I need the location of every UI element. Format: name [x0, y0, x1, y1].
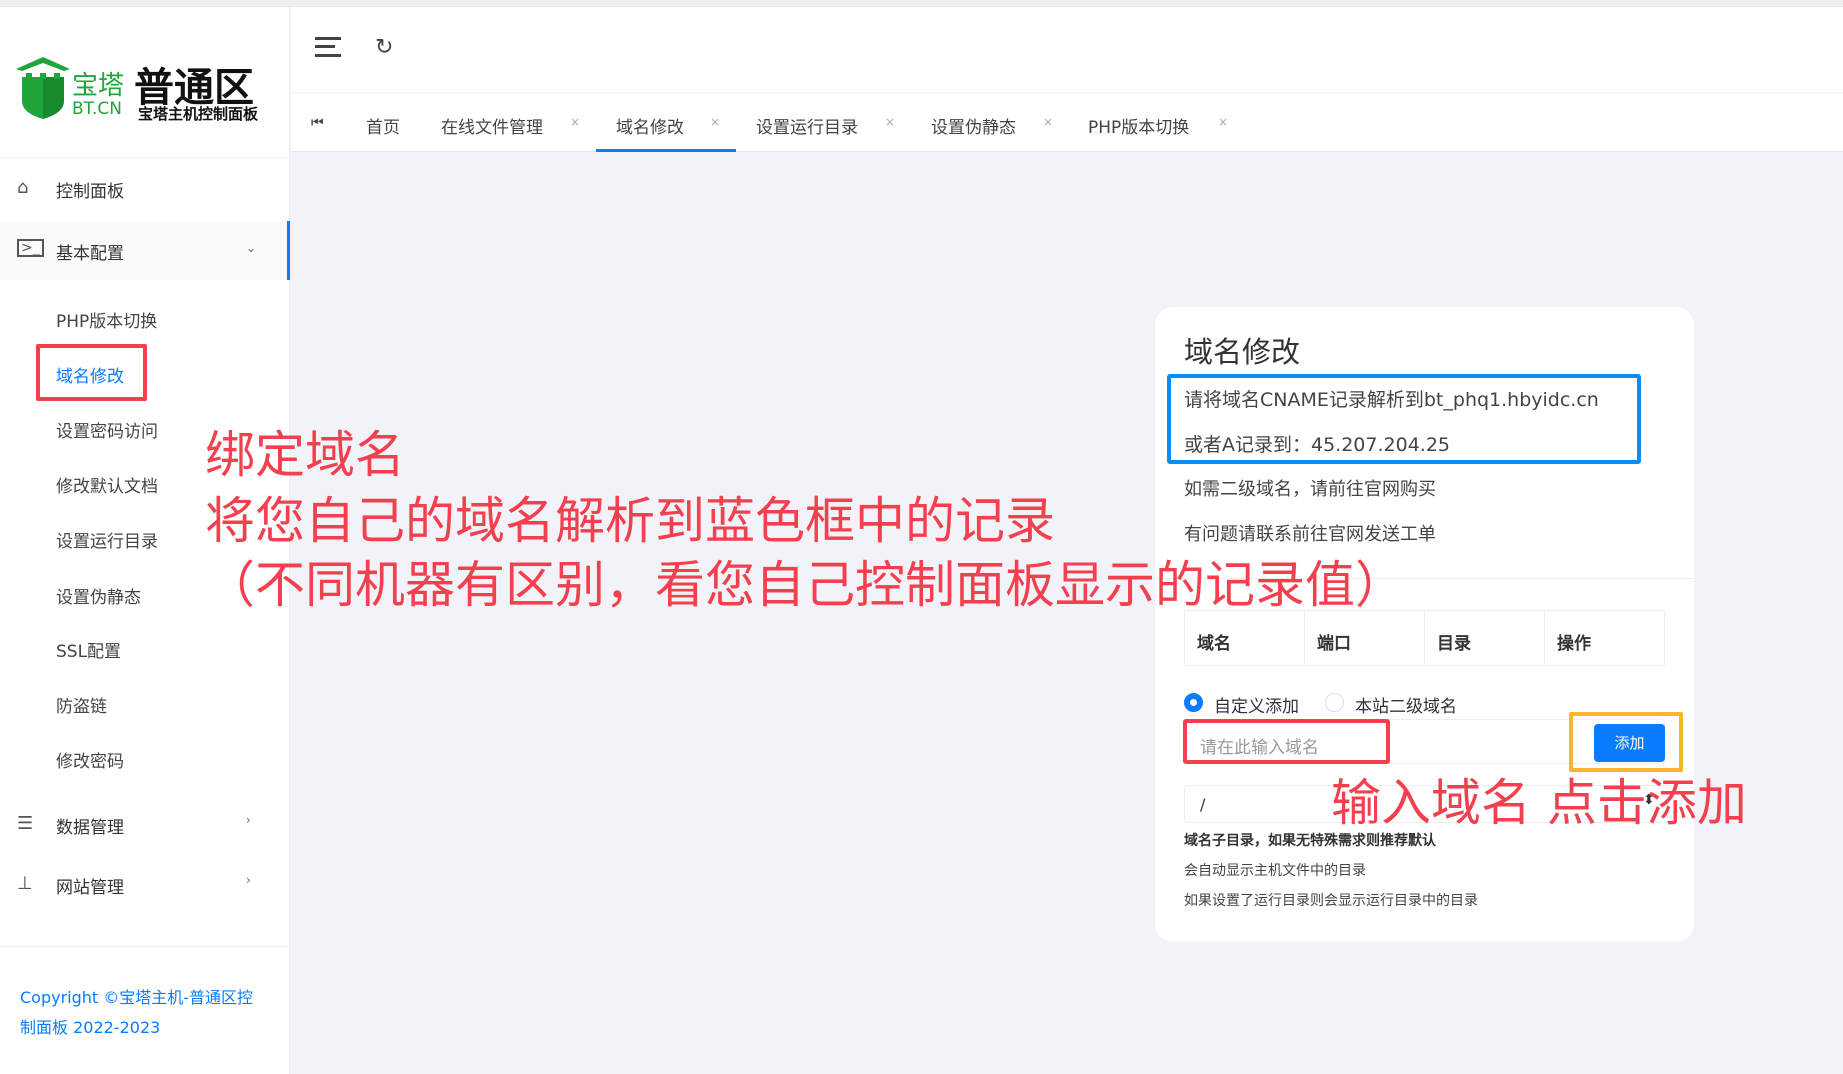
header: ↻ — [291, 7, 1843, 93]
tab-php[interactable]: PHP版本切换 — [1088, 113, 1189, 138]
tab-home[interactable]: 首页 — [366, 113, 400, 138]
close-icon[interactable]: × — [1218, 115, 1228, 129]
tab-scroll-left-icon[interactable]: ⏮ — [311, 115, 324, 131]
col-dir: 目录 — [1425, 611, 1545, 665]
close-icon[interactable]: × — [570, 115, 580, 129]
bt-logo-icon — [16, 57, 70, 119]
home-icon: ⌂ — [17, 177, 29, 198]
active-tab-indicator — [596, 149, 736, 152]
close-icon[interactable]: × — [1043, 115, 1053, 129]
sidebar-sub-ssl[interactable]: SSL配置 — [56, 637, 121, 662]
help-text-1: 会自动显示主机文件中的目录 — [1184, 863, 1366, 879]
tip-support: 有问题请联系前往官网发送工单 — [1184, 524, 1436, 545]
tab-bar: ⏮ 首页 在线文件管理 × 域名修改 × 设置运行目录 × 设置伪静态 × PH… — [291, 93, 1843, 152]
menu-toggle-icon[interactable] — [315, 37, 341, 57]
col-action: 操作 — [1557, 634, 1591, 654]
logo-subtitle: 宝塔主机控制面板 — [138, 105, 259, 123]
a-record: 或者A记录到：45.207.204.25 — [1184, 434, 1451, 456]
card-title: 域名修改 — [1184, 335, 1301, 369]
sidebar-item-basic-config[interactable]: >_ 基本配置 ⌄ — [0, 221, 290, 280]
tab-domain[interactable]: 域名修改 — [616, 113, 684, 138]
radio-custom-label: 自定义添加 — [1214, 697, 1299, 717]
terminal-icon: >_ — [17, 239, 44, 257]
close-icon[interactable]: × — [885, 115, 895, 129]
copyright: Copyright ©宝塔主机-普通区控 制面板 2022-2023 — [20, 988, 254, 1037]
domain-table-header: 域名 端口 目录 操作 — [1184, 610, 1665, 666]
col-domain: 域名 — [1185, 611, 1305, 665]
list-icon: ☰ — [17, 813, 34, 834]
sidebar-sub-run-dir[interactable]: 设置运行目录 — [56, 527, 158, 552]
help-bold: 域名子目录，如果无特殊需求则推荐默认 — [1184, 833, 1436, 849]
sidebar-sub-domain[interactable]: 域名修改 — [56, 362, 124, 387]
sidebar-item-dashboard[interactable]: ⌂ 控制面板 — [0, 177, 290, 219]
domain-input[interactable]: 请在此输入域名 — [1183, 719, 1390, 764]
radio-subdomain[interactable] — [1325, 693, 1344, 712]
domain-card: 域名修改 请将域名CNAME记录解析到bt_phq1.hbyidc.cn 或者A… — [1155, 307, 1694, 942]
sidebar-sub-hotlink[interactable]: 防盗链 — [56, 692, 107, 717]
annotation-note: （不同机器有区别，看您自己控制面板显示的记录值） — [205, 556, 1405, 614]
sidebar-sub-rewrite[interactable]: 设置伪静态 — [56, 583, 141, 608]
radio-custom[interactable] — [1184, 693, 1203, 712]
top-strip — [0, 0, 1843, 7]
sidebar-item-data[interactable]: ☰ 数据管理 › — [0, 813, 290, 855]
cname-record: 请将域名CNAME记录解析到bt_phq1.hbyidc.cn — [1184, 389, 1599, 411]
logo-brand-en: BT.CN — [72, 99, 123, 119]
sitemap-icon: ⊥ — [17, 873, 33, 894]
chevron-right-icon: › — [246, 873, 251, 887]
annotation-bind-domain: 绑定域名 — [205, 426, 405, 484]
close-icon[interactable]: × — [710, 115, 720, 129]
sidebar-sub-change-password[interactable]: 修改密码 — [56, 747, 124, 772]
tab-file-manager[interactable]: 在线文件管理 — [441, 113, 543, 138]
sidebar-item-website[interactable]: ⊥ 网站管理 › — [0, 873, 290, 915]
chevron-right-icon: › — [246, 813, 251, 827]
chevron-down-icon: ⌄ — [246, 241, 257, 255]
annotation-add: 输入域名 点击添加 — [1331, 774, 1747, 832]
logo: 宝塔 BT.CN 普通区 宝塔主机控制面板 — [12, 55, 272, 125]
tab-run-dir[interactable]: 设置运行目录 — [756, 113, 858, 138]
annotation-resolve: 将您自己的域名解析到蓝色框中的记录 — [205, 492, 1055, 550]
help-text-2: 如果设置了运行目录则会显示运行目录中的目录 — [1184, 893, 1478, 909]
refresh-icon[interactable]: ↻ — [375, 35, 393, 60]
sidebar-sub-php[interactable]: PHP版本切换 — [56, 307, 157, 332]
radio-subdomain-label: 本站二级域名 — [1355, 697, 1457, 717]
add-button[interactable]: 添加 — [1594, 724, 1665, 762]
sidebar-sub-default-doc[interactable]: 修改默认文档 — [56, 472, 158, 497]
col-port: 端口 — [1305, 611, 1425, 665]
logo-brand-cn: 宝塔 — [72, 71, 125, 101]
tab-rewrite[interactable]: 设置伪静态 — [931, 113, 1016, 138]
tip-subdomain: 如需二级域名，请前往官网购买 — [1184, 479, 1436, 500]
sidebar-sub-password-access[interactable]: 设置密码访问 — [56, 417, 158, 442]
